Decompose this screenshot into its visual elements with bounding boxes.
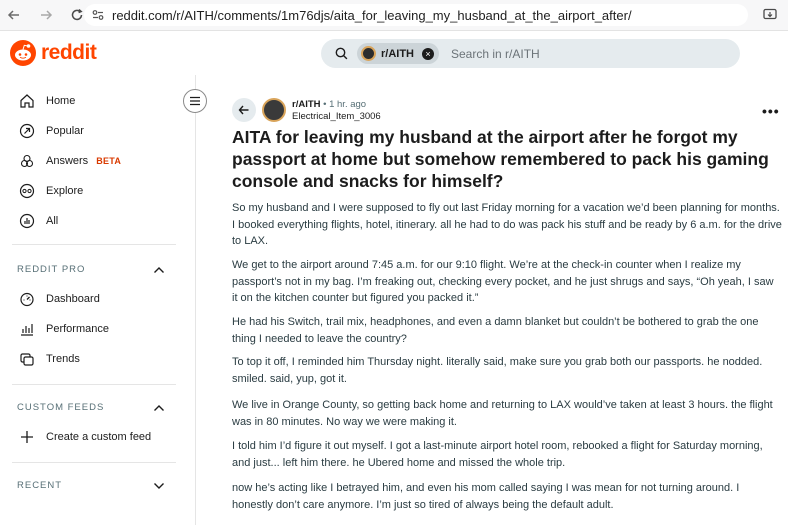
sidebar-item-label: Explore bbox=[46, 185, 84, 197]
post-time: • 1 hr. ago bbox=[323, 99, 367, 110]
sidebar-item-label: Dashboard bbox=[46, 293, 100, 305]
subreddit-link[interactable]: r/AITH bbox=[292, 99, 321, 110]
chip-close-icon[interactable]: × bbox=[422, 47, 434, 60]
install-app-icon[interactable] bbox=[762, 7, 778, 23]
performance-icon bbox=[18, 320, 36, 338]
address-bar[interactable]: reddit.com/r/AITH/comments/1m76djs/aita_… bbox=[84, 4, 748, 26]
sidebar-item-label: Create a custom feed bbox=[46, 431, 152, 443]
site-header: reddit r/AITH × Search in r/AITH bbox=[0, 31, 788, 75]
sidebar-item-label: All bbox=[46, 215, 59, 227]
subreddit-avatar bbox=[361, 46, 376, 61]
post-paragraph: now he’s acting like I betrayed him, and… bbox=[232, 482, 740, 511]
chevron-down-icon bbox=[154, 482, 164, 489]
sidebar-item-performance[interactable]: Performance bbox=[18, 317, 109, 341]
reddit-pro-section-header[interactable]: REDDIT PRO bbox=[17, 264, 165, 275]
chevron-up-icon bbox=[154, 266, 164, 273]
reddit-logo[interactable]: reddit bbox=[10, 40, 97, 66]
post-paragraph: We live in Orange County, so getting bac… bbox=[232, 399, 773, 428]
site-settings-icon[interactable] bbox=[90, 7, 106, 23]
sidebar-item-label: Popular bbox=[46, 125, 84, 137]
menu-icon bbox=[190, 96, 200, 106]
sidebar-item-explore[interactable]: Explore bbox=[18, 179, 83, 203]
post-paragraph: So my husband and I were supposed to fly… bbox=[232, 202, 782, 247]
arrow-left-icon bbox=[7, 10, 19, 20]
section-title: CUSTOM FEEDS bbox=[17, 402, 105, 413]
sidebar-item-popular[interactable]: Popular bbox=[18, 119, 84, 143]
back-button[interactable] bbox=[232, 98, 256, 122]
subreddit-avatar[interactable] bbox=[262, 98, 286, 122]
plus-icon bbox=[18, 428, 36, 446]
reload-icon bbox=[71, 8, 83, 21]
custom-feeds-section-header[interactable]: CUSTOM FEEDS bbox=[17, 402, 165, 413]
sidebar-item-dashboard[interactable]: Dashboard bbox=[18, 287, 100, 311]
sidebar-item-label: Home bbox=[46, 95, 76, 107]
reddit-wordmark: reddit bbox=[41, 41, 97, 64]
answers-icon bbox=[18, 152, 36, 170]
sidebar-divider bbox=[12, 462, 176, 463]
section-title: REDDIT PRO bbox=[17, 264, 86, 275]
beta-badge: BETA bbox=[96, 156, 122, 166]
all-icon bbox=[18, 212, 36, 230]
post-paragraph: To top it off, I reminded him Thursday n… bbox=[232, 356, 763, 385]
post-title: AITA for leaving my husband at the airpo… bbox=[232, 127, 769, 191]
trends-icon bbox=[18, 350, 36, 368]
sidebar-item-label: Answers bbox=[46, 155, 89, 167]
author-link[interactable]: Electrical_Item_3006 bbox=[292, 111, 381, 122]
browser-forward-button[interactable] bbox=[34, 3, 58, 27]
search-bar[interactable]: r/AITH × Search in r/AITH bbox=[321, 39, 740, 68]
sidebar-divider bbox=[12, 384, 176, 385]
chevron-up-icon bbox=[154, 404, 164, 411]
reddit-snoo-icon bbox=[10, 40, 36, 66]
sidebar-item-all[interactable]: All bbox=[18, 209, 58, 233]
post-paragraph: We get to the airport around 7:45 a.m. f… bbox=[232, 259, 774, 304]
subreddit-search-chip[interactable]: r/AITH × bbox=[357, 43, 439, 64]
search-input[interactable]: Search in r/AITH bbox=[451, 47, 540, 61]
post-meta: r/AITH • 1 hr. ago bbox=[292, 99, 366, 110]
sidebar-item-answers[interactable]: Answers BETA bbox=[18, 149, 121, 173]
search-icon bbox=[333, 46, 349, 62]
address-bar-url: reddit.com/r/AITH/comments/1m76djs/aita_… bbox=[112, 7, 632, 23]
browser-back-button[interactable] bbox=[2, 3, 26, 27]
collapse-sidebar-button[interactable] bbox=[183, 89, 207, 113]
sidebar-divider bbox=[12, 244, 176, 245]
dashboard-icon bbox=[18, 290, 36, 308]
chip-label: r/AITH bbox=[381, 47, 414, 60]
recent-section-header[interactable]: RECENT bbox=[17, 480, 165, 491]
browser-toolbar: reddit.com/r/AITH/comments/1m76djs/aita_… bbox=[0, 0, 788, 31]
create-custom-feed-button[interactable]: Create a custom feed bbox=[18, 425, 151, 449]
post-paragraph: He had his Switch, trail mix, headphones… bbox=[232, 316, 759, 345]
explore-icon bbox=[18, 182, 36, 200]
sidebar-item-label: Performance bbox=[46, 323, 109, 335]
sidebar-item-home[interactable]: Home bbox=[18, 89, 75, 113]
home-icon bbox=[18, 92, 36, 110]
post-paragraph: I told him I’d figure it out myself. I g… bbox=[232, 440, 763, 469]
sidebar-item-trends[interactable]: Trends bbox=[18, 347, 80, 371]
section-title: RECENT bbox=[17, 480, 63, 491]
more-options-icon[interactable]: ••• bbox=[762, 103, 780, 119]
arrow-right-icon bbox=[41, 10, 53, 20]
popular-icon bbox=[18, 122, 36, 140]
arrow-left-icon bbox=[238, 105, 249, 115]
sidebar-item-label: Trends bbox=[46, 353, 80, 365]
